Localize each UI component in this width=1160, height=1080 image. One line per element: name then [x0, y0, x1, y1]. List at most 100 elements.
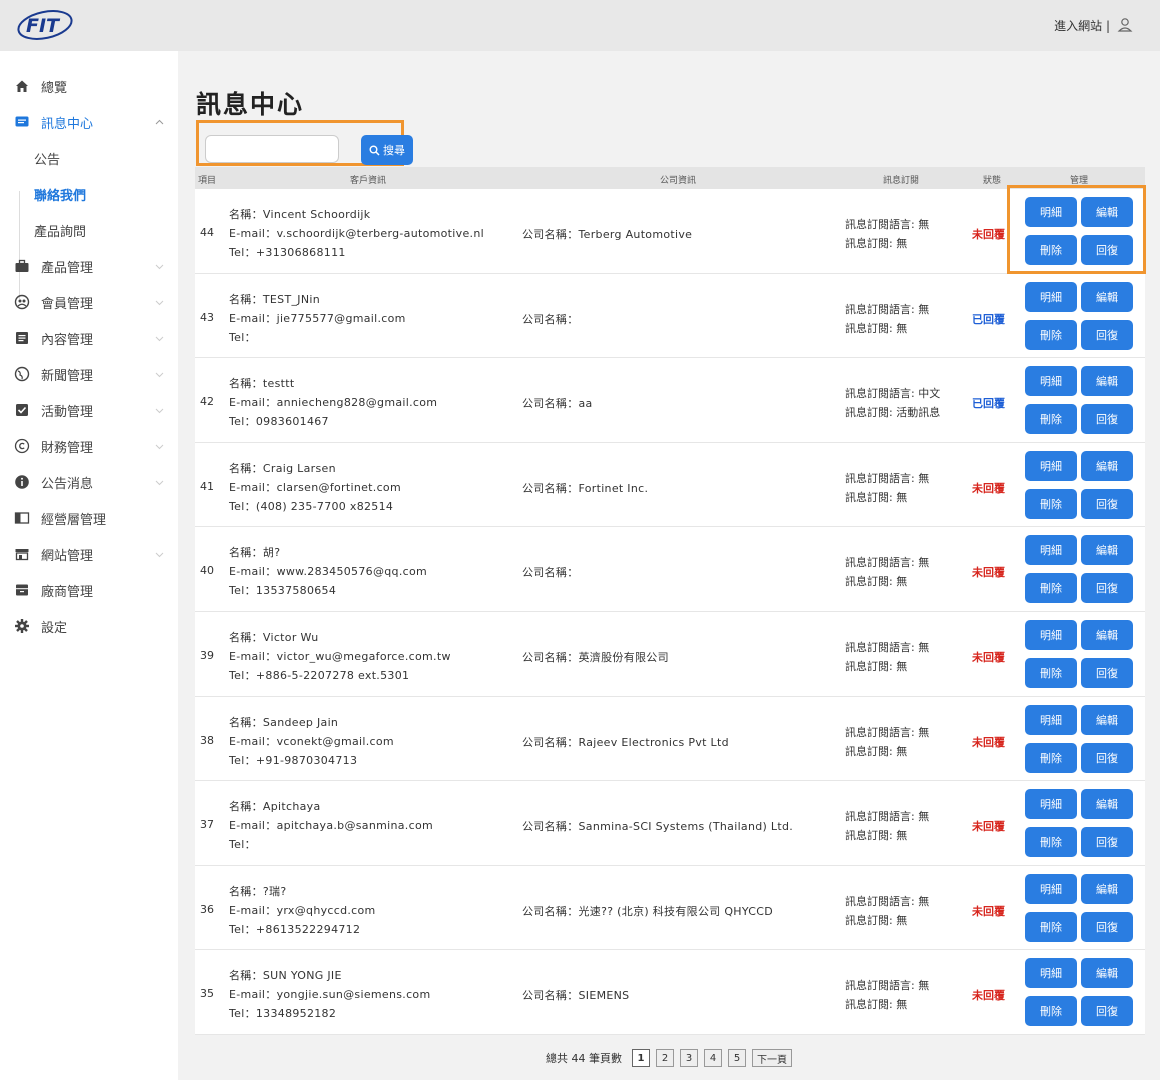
chevron-up-icon	[155, 119, 164, 124]
reply-button[interactable]: 回復	[1081, 404, 1133, 435]
page-button[interactable]: 2	[656, 1049, 674, 1067]
reply-button[interactable]: 回復	[1081, 911, 1133, 942]
detail-button[interactable]: 明細	[1025, 704, 1077, 735]
sidebar-item-product-management[interactable]: 產品管理	[0, 248, 178, 284]
row-number: 38	[200, 733, 214, 747]
members-icon	[14, 294, 30, 310]
customer-tel: Tel：	[229, 838, 256, 852]
delete-button[interactable]: 刪除	[1025, 996, 1077, 1027]
reply-button[interactable]: 回復	[1081, 827, 1133, 858]
checkbox-icon	[16, 404, 28, 416]
sidebar-item-product-inquiry[interactable]: 產品詢問	[0, 212, 178, 248]
detail-button[interactable]: 明細	[1025, 789, 1077, 820]
sidebar-item-label: 產品管理	[41, 260, 94, 276]
fit-logo[interactable]: FIT	[16, 10, 74, 40]
status-badge: 未回覆	[972, 481, 1005, 495]
reply-button[interactable]: 回復	[1081, 488, 1133, 519]
sidebar-item-executive-management[interactable]: 經營層管理	[0, 500, 178, 536]
edit-button[interactable]: 編輯	[1081, 450, 1133, 481]
home-icon	[16, 80, 28, 92]
next-page-button[interactable]: 下一頁	[752, 1049, 792, 1067]
delete-button[interactable]: 刪除	[1025, 742, 1077, 773]
reply-button[interactable]: 回復	[1081, 996, 1133, 1027]
detail-button[interactable]: 明細	[1025, 873, 1077, 904]
customer-tel: Tel：(408) 235-7700 x82514	[229, 499, 394, 513]
company-name: 公司名稱：SIEMENS	[522, 989, 630, 1003]
message-icon	[15, 116, 29, 127]
reply-button[interactable]: 回復	[1081, 657, 1133, 688]
delete-button[interactable]: 刪除	[1025, 657, 1077, 688]
status-badge: 未回覆	[972, 650, 1005, 664]
customer-name: 名稱：TEST_JNin	[229, 292, 320, 306]
page-list: 12345	[632, 1049, 746, 1067]
detail-button[interactable]: 明細	[1025, 281, 1077, 312]
sidebar-item-finance-management[interactable]: 財務管理	[0, 428, 178, 464]
status-badge: 未回覆	[972, 735, 1005, 749]
delete-button[interactable]: 刪除	[1025, 827, 1077, 858]
sidebar-item-website-management[interactable]: 網站管理	[0, 536, 178, 572]
chevron-down-icon	[155, 372, 164, 377]
row-number: 41	[200, 479, 214, 493]
page-button[interactable]: 5	[728, 1049, 746, 1067]
briefcase-icon	[15, 259, 29, 272]
header-customer: 客戶資訊	[350, 176, 387, 186]
page-button[interactable]: 1	[632, 1049, 650, 1067]
reply-button[interactable]: 回復	[1081, 573, 1133, 604]
sidebar-item-member-management[interactable]: 會員管理	[0, 284, 178, 320]
company-name: 公司名稱：光速?? (北京) 科技有限公司 QHYCCD	[522, 904, 774, 918]
reply-button[interactable]: 回復	[1081, 319, 1133, 350]
detail-button[interactable]: 明細	[1025, 619, 1077, 650]
edit-button[interactable]: 編輯	[1081, 281, 1133, 312]
status-badge: 未回覆	[972, 566, 1005, 580]
top-bar: FIT 進入網站 |	[0, 0, 1160, 51]
page-button[interactable]: 3	[680, 1049, 698, 1067]
sidebar-item-announcement[interactable]: 公告	[0, 140, 178, 176]
sidebar-item-news-messages[interactable]: 公告消息	[0, 464, 178, 500]
search-button[interactable]: 搜尋	[361, 135, 413, 165]
user-icon[interactable]	[1116, 16, 1134, 34]
delete-button[interactable]: 刪除	[1025, 488, 1077, 519]
delete-button[interactable]: 刪除	[1025, 573, 1077, 604]
edit-button[interactable]: 編輯	[1081, 958, 1133, 989]
delete-button[interactable]: 刪除	[1025, 911, 1077, 942]
edit-button[interactable]: 編輯	[1081, 619, 1133, 650]
edit-button[interactable]: 編輯	[1081, 873, 1133, 904]
delete-button[interactable]: 刪除	[1025, 404, 1077, 435]
table-row: 41 名稱：Craig Larsen E-mail：clarsen@fortinet…	[195, 442, 1145, 528]
sidebar-item-overview[interactable]: 總覽	[0, 68, 178, 104]
reply-button[interactable]: 回復	[1081, 742, 1133, 773]
sidebar-item-settings[interactable]: 設定	[0, 608, 178, 644]
company-name: 公司名稱：	[522, 312, 579, 326]
company-name: 公司名稱：Rajeev Electronics Pvt Ltd	[522, 735, 729, 749]
edit-button[interactable]: 編輯	[1081, 704, 1133, 735]
subscription-info: 訊息訂閱語言: 無訊息訂閱: 無	[845, 300, 929, 338]
status-badge: 未回覆	[972, 228, 1005, 241]
page-button[interactable]: 4	[704, 1049, 722, 1067]
sidebar-item-message-center[interactable]: 訊息中心	[0, 104, 178, 140]
company-name: 公司名稱：Terberg Automotive	[522, 228, 693, 241]
search-input[interactable]	[205, 135, 339, 163]
status-badge: 已回覆	[972, 312, 1005, 326]
detail-button[interactable]: 明細	[1025, 958, 1077, 989]
sidebar-item-contact-us[interactable]: 聯絡我們	[0, 176, 178, 212]
customer-info: 名稱：胡? E-mail：www.283450576@qq.com Tel：1353…	[229, 543, 427, 600]
search-icon	[369, 145, 380, 156]
detail-button[interactable]: 明細	[1025, 366, 1077, 397]
delete-button[interactable]: 刪除	[1025, 319, 1077, 350]
header-item: 項目	[198, 176, 217, 186]
edit-button[interactable]: 編輯	[1081, 366, 1133, 397]
sidebar-item-event-management[interactable]: 活動管理	[0, 392, 178, 428]
edit-button[interactable]: 編輯	[1081, 789, 1133, 820]
detail-button[interactable]: 明細	[1025, 535, 1077, 566]
detail-button[interactable]: 明細	[1025, 450, 1077, 481]
edit-button[interactable]: 編輯	[1081, 535, 1133, 566]
customer-email: E-mail：apitchaya.b@sanmina.com	[229, 819, 433, 833]
sidebar-item-label: 公告	[34, 152, 61, 168]
sidebar-item-content-management[interactable]: 內容管理	[0, 320, 178, 356]
sidebar-item-vendor-management[interactable]: 廠商管理	[0, 572, 178, 608]
enter-site-link[interactable]: 進入網站 |	[1054, 17, 1110, 34]
subscription-topic: 訊息訂閱: 無	[845, 913, 908, 927]
sidebar-item-news-management[interactable]: 新聞管理	[0, 356, 178, 392]
table-header: 項目 客戶資訊 公司資訊 訊息訂閱 狀態 管理	[195, 167, 1145, 189]
company-name: 公司名稱：Sanmina-SCI Systems (Thailand) Ltd.	[522, 820, 794, 834]
